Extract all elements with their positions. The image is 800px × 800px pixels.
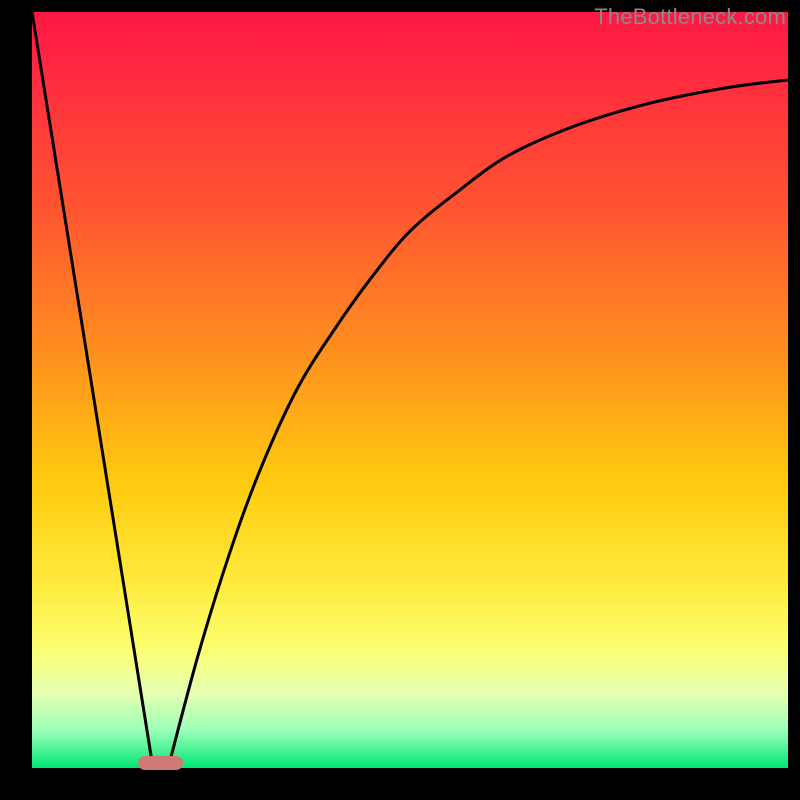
curve-path <box>32 12 788 768</box>
min-marker <box>138 756 183 770</box>
curves-svg <box>32 12 788 768</box>
watermark-text: TheBottleneck.com <box>594 4 786 30</box>
plot-area <box>32 12 788 768</box>
chart-frame: TheBottleneck.com <box>0 0 800 800</box>
